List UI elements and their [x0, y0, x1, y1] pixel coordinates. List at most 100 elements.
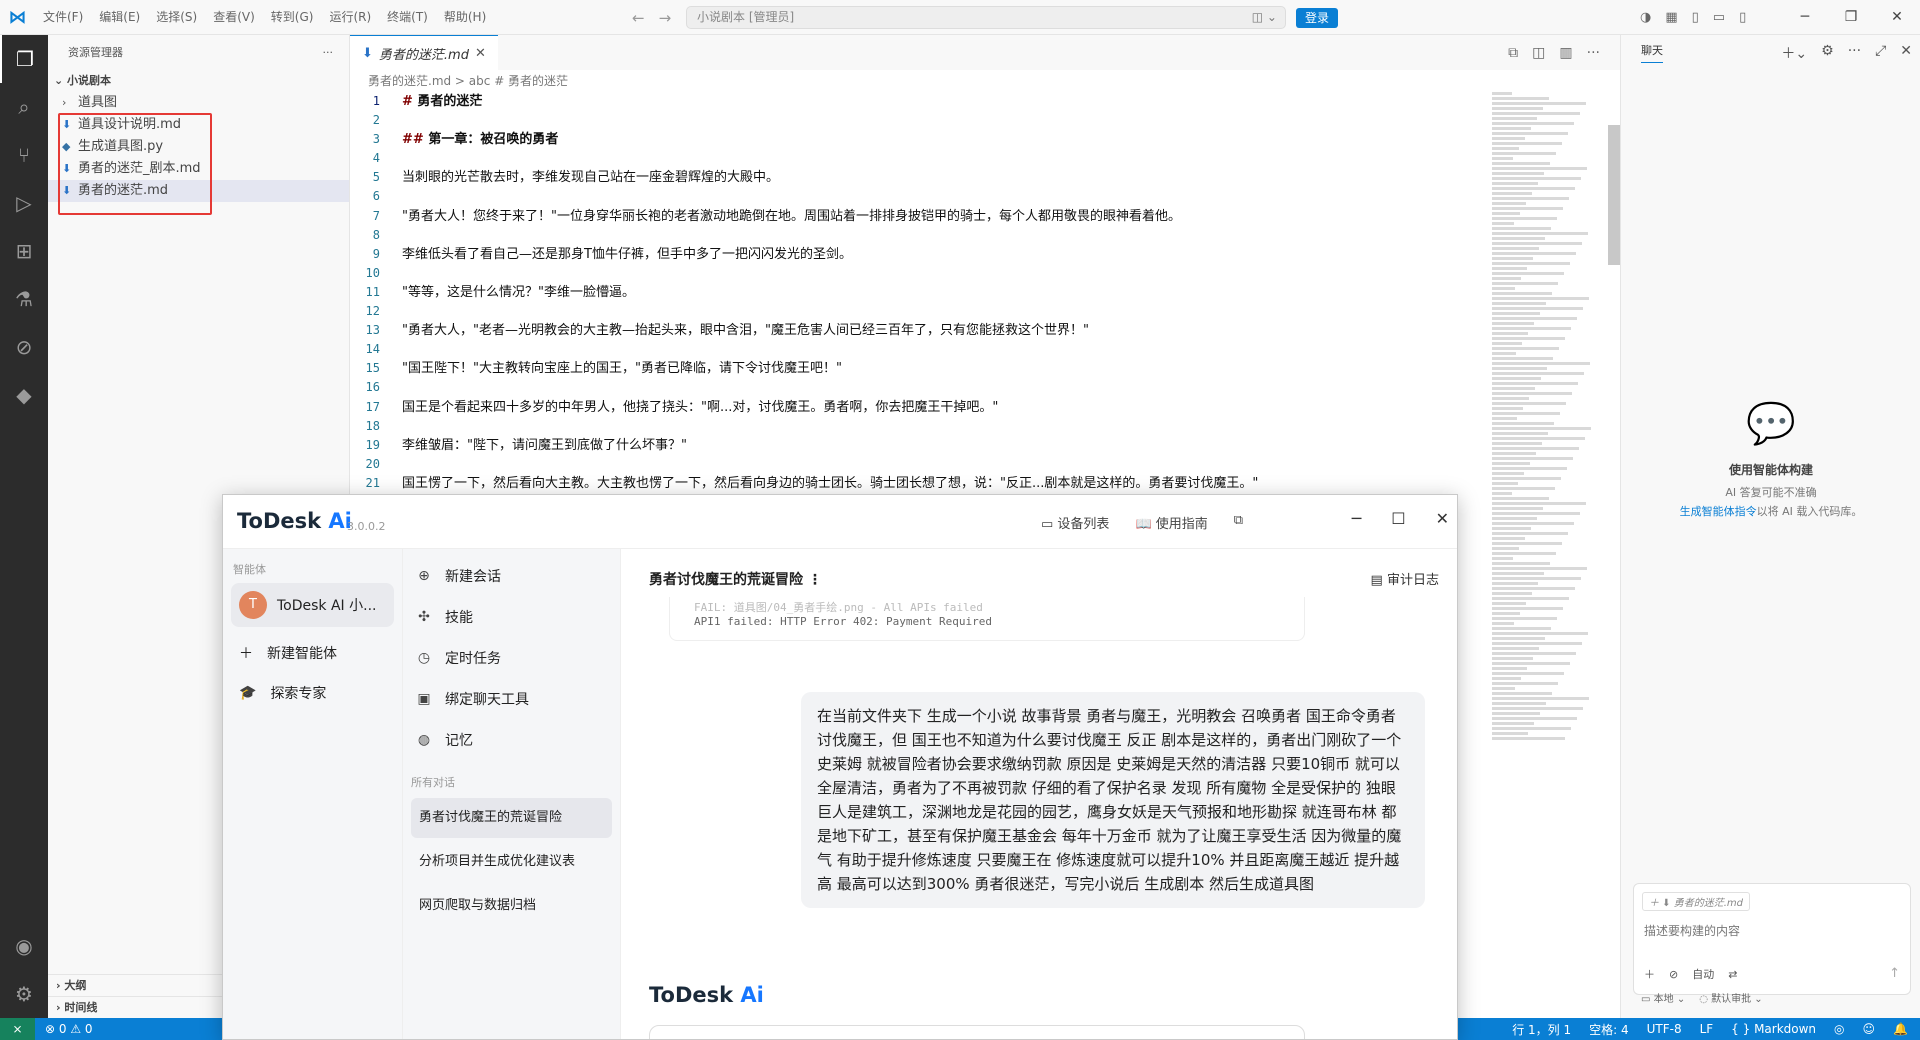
- more-vertical-icon[interactable]: ⋮: [808, 572, 822, 588]
- attach-icon[interactable]: ＋: [1644, 966, 1655, 982]
- code-line[interactable]: 8: [350, 226, 1490, 245]
- chat-input-box[interactable]: ＋ ⬇ 勇者的迷茫.md 描述要构建的内容 ＋ ⊘ 自动 ⇄ ↑: [1633, 883, 1911, 995]
- layout-icon[interactable]: ▦: [1665, 10, 1677, 25]
- python-icon[interactable]: ◆: [0, 371, 48, 419]
- feedback-icon[interactable]: ☺: [1863, 1022, 1876, 1036]
- toggle-panel-icon[interactable]: ▭: [1713, 10, 1725, 25]
- code-line[interactable]: 18: [350, 417, 1490, 436]
- menu-help[interactable]: 帮助(H): [436, 0, 494, 35]
- menu-file[interactable]: 文件(F): [35, 0, 91, 35]
- split-editor-icon[interactable]: ▥: [1559, 45, 1572, 61]
- minimap[interactable]: [1492, 92, 1592, 792]
- code-line[interactable]: 20: [350, 455, 1490, 474]
- notifications-icon[interactable]: 🔔: [1893, 1022, 1908, 1036]
- toggle-sidebar-icon[interactable]: ▯: [1692, 10, 1699, 25]
- problems-indicator[interactable]: ⊗ 0 ⚠ 0: [35, 1022, 93, 1036]
- code-line[interactable]: 14: [350, 340, 1490, 359]
- conversation-item-active[interactable]: 勇者讨伐魔王的荒诞冒险: [411, 798, 612, 838]
- remote-icon[interactable]: ⊘: [0, 323, 48, 371]
- run-debug-icon[interactable]: ▷: [0, 179, 48, 227]
- menu-new-chat[interactable]: ⊕ 新建会话: [403, 555, 620, 596]
- close-window-icon[interactable]: ✕: [1874, 0, 1920, 35]
- more-actions-icon[interactable]: ···: [1848, 43, 1861, 63]
- approval-selector[interactable]: ◌ 默认审批 ⌄: [1699, 990, 1762, 1005]
- copilot-menu-icon[interactable]: ◫ ⌄: [1252, 7, 1277, 28]
- code-line[interactable]: 6: [350, 187, 1490, 206]
- breadcrumb[interactable]: 勇者的迷茫.md > abc # 勇者的迷茫: [350, 70, 1620, 92]
- more-actions-icon[interactable]: ···: [1587, 45, 1600, 61]
- settings-gear-icon[interactable]: ⚙: [1821, 43, 1834, 63]
- new-chat-icon[interactable]: ＋⌄: [1781, 43, 1807, 63]
- editor-scrollbar[interactable]: [1608, 125, 1620, 265]
- code-line[interactable]: 13 "勇者大人，"老者—光明教会的大主教—抬起头来，眼中含泪，"魔王危害人间已经…: [350, 321, 1490, 340]
- explore-experts-button[interactable]: 🎓 探索专家: [223, 673, 402, 713]
- back-arrow-icon[interactable]: ←: [632, 9, 645, 27]
- more-actions-icon[interactable]: ···: [323, 35, 334, 70]
- menu-go[interactable]: 转到(G): [263, 0, 322, 35]
- end-of-line[interactable]: LF: [1700, 1022, 1714, 1036]
- new-agent-button[interactable]: ＋ 新建智能体: [223, 633, 402, 673]
- menu-run[interactable]: 运行(R): [321, 0, 379, 35]
- context-file-chip[interactable]: ＋ ⬇ 勇者的迷茫.md: [1642, 892, 1751, 911]
- restore-icon[interactable]: ❐: [1828, 0, 1874, 35]
- guide-button[interactable]: 📖 使用指南: [1135, 513, 1207, 532]
- forward-arrow-icon[interactable]: →: [659, 9, 672, 27]
- code-lines[interactable]: 1 # 勇者的迷茫 2 3 ## 第一章：被召唤的勇者 4 5 当刺眼的光芒散去时，李维发现自…: [350, 92, 1490, 493]
- explorer-icon[interactable]: ❐: [0, 35, 48, 83]
- chat-placeholder[interactable]: 描述要构建的内容: [1644, 922, 1740, 939]
- preview-side-icon[interactable]: ◫: [1532, 45, 1545, 61]
- local-selector[interactable]: ▭ 本地 ⌄: [1641, 990, 1685, 1005]
- code-line[interactable]: 19 李维皱眉："陛下，请问魔王到底做了什么坏事？": [350, 436, 1490, 455]
- agent-item[interactable]: T ToDesk AI 小...: [231, 583, 394, 627]
- account-icon[interactable]: ◉: [0, 922, 48, 970]
- language-mode[interactable]: { } Markdown: [1731, 1022, 1816, 1036]
- menu-skills[interactable]: ✣ 技能: [403, 596, 620, 637]
- code-line[interactable]: 2: [350, 111, 1490, 130]
- menu-terminal[interactable]: 终端(T): [379, 0, 436, 35]
- maximize-icon[interactable]: ⤢: [1875, 43, 1886, 63]
- copilot-status-icon[interactable]: ◎: [1834, 1022, 1844, 1036]
- conversation-item[interactable]: 网页爬取与数据归档: [411, 886, 612, 926]
- generate-instructions-link[interactable]: 生成智能体指令: [1680, 505, 1757, 518]
- mode-selector[interactable]: 自动: [1692, 966, 1714, 982]
- login-button[interactable]: 登录: [1296, 8, 1338, 28]
- device-list-button[interactable]: ▭ 设备列表: [1041, 513, 1109, 532]
- workspace-root[interactable]: ⌄ 小说剧本: [48, 70, 349, 92]
- config-icon[interactable]: ⇄: [1728, 968, 1737, 981]
- testing-icon[interactable]: ⚗: [0, 275, 48, 323]
- send-icon[interactable]: ↑: [1889, 966, 1900, 981]
- code-line[interactable]: 21 国王愣了一下，然后看向大主教。大主教也愣了一下，然后看向身边的骑士团长。骑士…: [350, 474, 1490, 493]
- code-line[interactable]: 17 国王是个看起来四十多岁的中年男人，他挠了挠头："啊...对，讨伐魔王。勇者啊…: [350, 398, 1490, 417]
- extensions-icon[interactable]: ⊞: [0, 227, 48, 275]
- conversation-item[interactable]: 分析项目并生成优化建议表: [411, 842, 612, 882]
- code-line[interactable]: 10: [350, 264, 1490, 283]
- search-icon[interactable]: ⌕: [0, 83, 48, 131]
- menu-edit[interactable]: 编辑(E): [91, 0, 148, 35]
- menu-scheduled-tasks[interactable]: ◷ 定时任务: [403, 637, 620, 678]
- indentation[interactable]: 空格: 4: [1589, 1021, 1629, 1038]
- accounts-icon[interactable]: ◑: [1640, 10, 1651, 25]
- editor-tab-active[interactable]: ⬇ 勇者的迷茫.md ✕: [350, 35, 498, 70]
- command-center[interactable]: 小说剧本 [管理员] ◫ ⌄: [686, 6, 1286, 29]
- code-line[interactable]: 11 "等等，这是什么情况？"李维一脸懵逼。: [350, 283, 1490, 302]
- source-control-icon[interactable]: ⑂: [0, 131, 48, 179]
- cursor-position[interactable]: 行 1，列 1: [1512, 1021, 1571, 1038]
- code-line[interactable]: 7 "勇者大人！您终于来了！"一位身穿华丽长袍的老者激动地跪倒在地。周围站着一排排…: [350, 207, 1490, 226]
- tree-item-folder[interactable]: › 道具图: [48, 92, 349, 114]
- toggle-secondary-sidebar-icon[interactable]: ▯: [1739, 10, 1746, 25]
- maximize-icon[interactable]: ☐: [1391, 509, 1405, 528]
- screen-share-icon[interactable]: ⧉: [1234, 513, 1243, 532]
- menu-selection[interactable]: 选择(S): [148, 0, 205, 35]
- minimize-icon[interactable]: ─: [1782, 0, 1828, 35]
- chat-title[interactable]: 聊天: [1641, 42, 1663, 63]
- code-line[interactable]: 15 "国王陛下！"大主教转向宝座上的国王，"勇者已降临，请下令讨伐魔王吧！": [350, 359, 1490, 378]
- audit-log-button[interactable]: ▤ 审计日志: [1371, 569, 1439, 588]
- conversation-title[interactable]: 勇者讨伐魔王的荒诞冒险 ⋮: [649, 569, 822, 589]
- code-line[interactable]: 3 ## 第一章：被召唤的勇者: [350, 130, 1490, 149]
- minimize-icon[interactable]: ─: [1352, 509, 1362, 528]
- encoding[interactable]: UTF-8: [1647, 1022, 1682, 1036]
- tools-icon[interactable]: ⊘: [1669, 968, 1678, 981]
- code-line[interactable]: 5 当刺眼的光芒散去时，李维发现自己站在一座金碧辉煌的大殿中。: [350, 168, 1490, 187]
- open-preview-icon[interactable]: ⧉: [1508, 45, 1518, 61]
- remote-indicator-icon[interactable]: ⨯: [0, 1018, 35, 1040]
